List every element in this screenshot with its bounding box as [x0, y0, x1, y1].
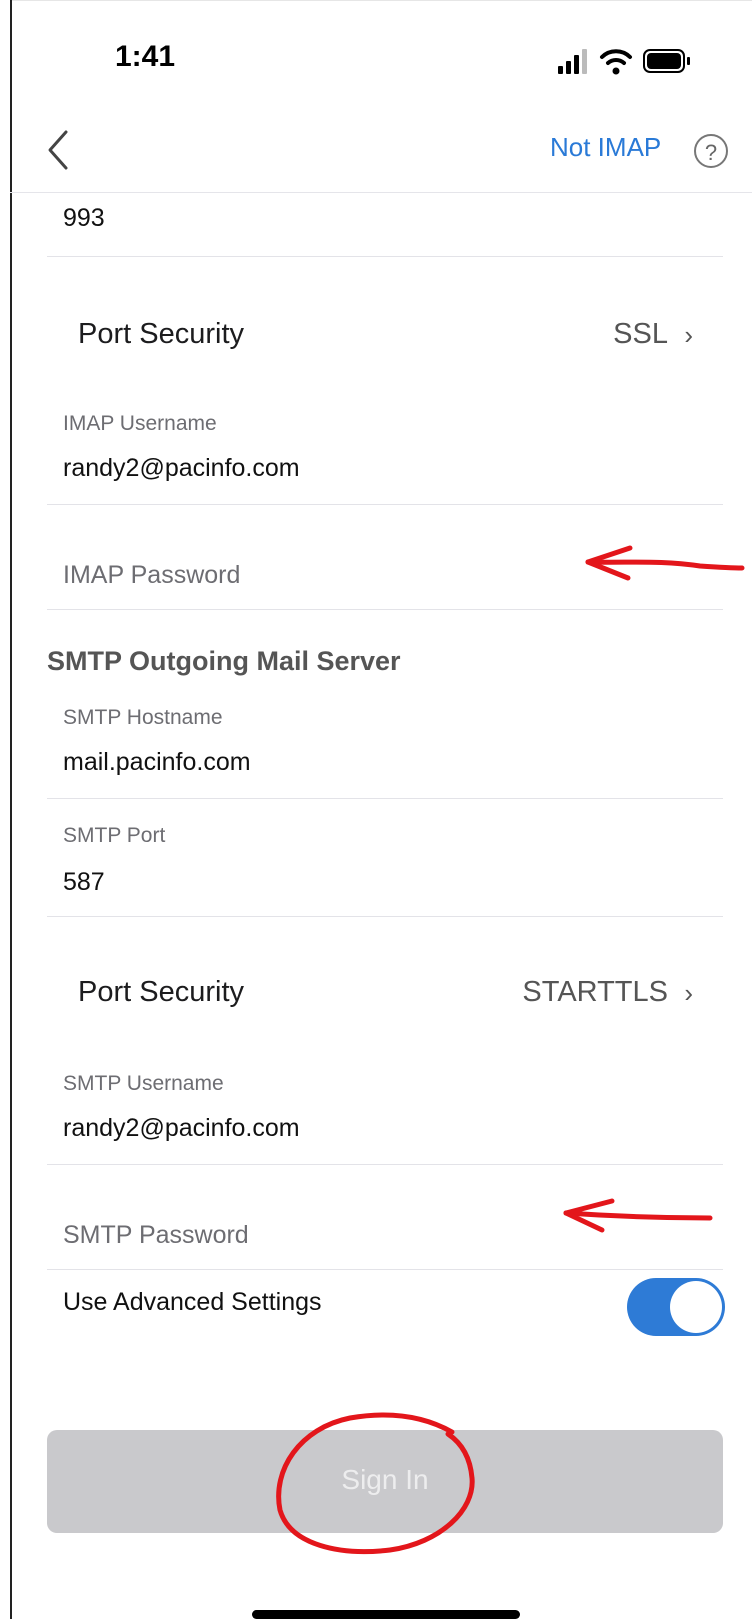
- imap-username-value: randy2@pacinfo.com: [63, 454, 300, 482]
- cellular-signal-icon: [558, 49, 587, 74]
- battery-icon: [643, 49, 690, 73]
- status-time: 1:41: [115, 40, 176, 73]
- port-security-value: STARTTLS: [522, 976, 668, 1008]
- imap-password-placeholder: IMAP Password: [63, 561, 241, 589]
- wifi-icon: [600, 49, 632, 75]
- smtp-hostname-label: SMTP Hostname: [63, 706, 223, 729]
- smtp-port-label: SMTP Port: [63, 824, 166, 847]
- imap-password-field[interactable]: IMAP Password: [47, 505, 723, 610]
- navigation-bar: Not IMAP ?: [10, 110, 752, 193]
- left-border: [0, 0, 12, 1619]
- port-security-title: Port Security: [78, 318, 244, 350]
- smtp-hostname-field[interactable]: SMTP Hostname mail.pacinfo.com: [47, 694, 723, 799]
- not-imap-link[interactable]: Not IMAP: [550, 132, 661, 163]
- smtp-port-value: 587: [63, 868, 105, 896]
- port-security-title: Port Security: [78, 976, 244, 1008]
- smtp-password-placeholder: SMTP Password: [63, 1221, 249, 1249]
- help-icon[interactable]: ?: [694, 134, 728, 168]
- smtp-port-security-row[interactable]: Port Security STARTTLS ›: [47, 948, 723, 1044]
- smtp-username-value: randy2@pacinfo.com: [63, 1114, 300, 1142]
- home-indicator: [252, 1610, 520, 1619]
- chevron-left-icon[interactable]: [40, 128, 80, 172]
- advanced-settings-toggle[interactable]: [627, 1278, 725, 1336]
- smtp-username-field[interactable]: SMTP Username randy2@pacinfo.com: [47, 1060, 723, 1165]
- smtp-port-field[interactable]: SMTP Port 587: [47, 812, 723, 917]
- toggle-knob: [670, 1281, 722, 1333]
- imap-port-field[interactable]: 993: [47, 192, 723, 257]
- smtp-section-title: SMTP Outgoing Mail Server: [47, 646, 401, 676]
- advanced-settings-label: Use Advanced Settings: [63, 1288, 322, 1316]
- smtp-username-label: SMTP Username: [63, 1072, 224, 1095]
- sign-in-label: Sign In: [341, 1464, 429, 1495]
- imap-username-label: IMAP Username: [63, 412, 217, 435]
- smtp-password-field[interactable]: SMTP Password: [47, 1165, 723, 1270]
- status-icons: [558, 49, 690, 75]
- status-bar: 1:41: [10, 0, 752, 110]
- imap-port-value: 993: [63, 204, 105, 232]
- smtp-hostname-value: mail.pacinfo.com: [63, 748, 251, 776]
- advanced-settings-row: Use Advanced Settings: [47, 1268, 725, 1340]
- imap-port-security-row[interactable]: Port Security SSL ›: [47, 290, 723, 386]
- chevron-right-icon: ›: [684, 978, 693, 1008]
- imap-username-field[interactable]: IMAP Username randy2@pacinfo.com: [47, 400, 723, 505]
- port-security-value: SSL: [613, 318, 668, 350]
- sign-in-button[interactable]: Sign In: [47, 1430, 723, 1533]
- chevron-right-icon: ›: [684, 320, 693, 350]
